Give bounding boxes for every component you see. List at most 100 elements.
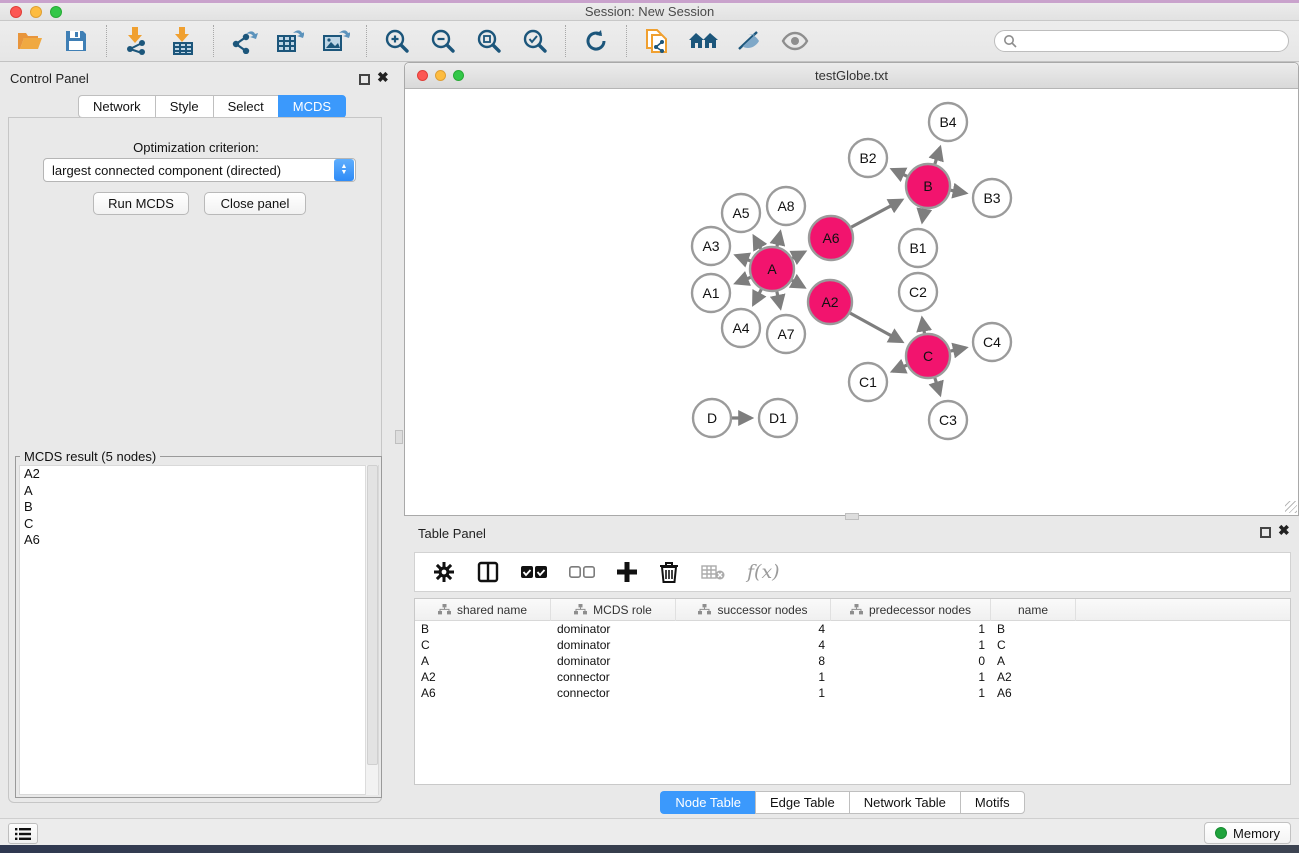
network-zoom-button[interactable] bbox=[453, 70, 464, 81]
tab-node-table[interactable]: Node Table bbox=[660, 791, 755, 814]
table-cell[interactable]: 4 bbox=[676, 638, 831, 652]
table-cell[interactable]: connector bbox=[551, 670, 676, 684]
open-session-icon[interactable] bbox=[14, 25, 46, 57]
result-item[interactable]: A6 bbox=[20, 532, 378, 549]
table-cell[interactable]: C bbox=[415, 638, 551, 652]
delete-table-icon[interactable] bbox=[701, 564, 725, 580]
tab-edge-table[interactable]: Edge Table bbox=[755, 791, 849, 814]
tab-network[interactable]: Network bbox=[78, 95, 155, 118]
search-input[interactable] bbox=[1017, 34, 1280, 48]
tab-style[interactable]: Style bbox=[155, 95, 213, 118]
column-header-predecessor-nodes[interactable]: predecessor nodes bbox=[831, 599, 991, 621]
show-all-views-icon[interactable] bbox=[687, 25, 719, 57]
table-cell[interactable]: 1 bbox=[831, 622, 991, 636]
edge-A-A6[interactable] bbox=[792, 252, 804, 258]
column-header-MCDS-role[interactable]: MCDS role bbox=[551, 599, 676, 621]
column-header-shared-name[interactable]: shared name bbox=[415, 599, 551, 621]
table-row[interactable]: Bdominator41B bbox=[415, 621, 1290, 637]
edge-A-A7[interactable] bbox=[777, 291, 780, 307]
table-row[interactable]: A6connector11A6 bbox=[415, 685, 1290, 701]
tab-select[interactable]: Select bbox=[213, 95, 278, 118]
table-cell[interactable]: 1 bbox=[831, 670, 991, 684]
export-table-icon[interactable] bbox=[274, 25, 306, 57]
clone-network-icon[interactable] bbox=[641, 25, 673, 57]
table-cell[interactable]: A bbox=[991, 654, 1076, 668]
zoom-selected-icon[interactable] bbox=[519, 25, 551, 57]
deselect-all-icon[interactable] bbox=[569, 565, 595, 579]
float-table-panel-icon[interactable] bbox=[1260, 525, 1271, 543]
minimize-window-button[interactable] bbox=[30, 6, 42, 18]
mcds-result-list[interactable]: A2ABCA6 bbox=[19, 465, 379, 795]
table-cell[interactable]: 8 bbox=[676, 654, 831, 668]
edge-A-A8[interactable] bbox=[777, 232, 780, 246]
search-box[interactable] bbox=[994, 30, 1289, 52]
column-header-name[interactable]: name bbox=[991, 599, 1076, 621]
edge-B-B4[interactable] bbox=[935, 148, 940, 164]
table-row[interactable]: A2connector11A2 bbox=[415, 669, 1290, 685]
table-cell[interactable]: dominator bbox=[551, 622, 676, 636]
zoom-out-icon[interactable] bbox=[427, 25, 459, 57]
vertical-splitter-grip[interactable] bbox=[395, 430, 403, 444]
network-graph[interactable]: B4B2BB3A8A5A6A3B1AC2A1A2A4A7C4CC1C3DD1 bbox=[406, 90, 1297, 513]
table-row[interactable]: Adominator80A bbox=[415, 653, 1290, 669]
task-history-button[interactable] bbox=[8, 823, 38, 844]
table-row[interactable]: Cdominator41C bbox=[415, 637, 1290, 653]
show-column-panel-icon[interactable] bbox=[477, 561, 499, 583]
float-panel-icon[interactable] bbox=[359, 72, 370, 90]
table-cell[interactable]: connector bbox=[551, 686, 676, 700]
zoom-fit-icon[interactable] bbox=[473, 25, 505, 57]
tab-mcds[interactable]: MCDS bbox=[278, 95, 346, 118]
function-builder-icon[interactable]: f(x) bbox=[747, 561, 780, 583]
edge-A-A4[interactable] bbox=[754, 289, 762, 304]
add-column-icon[interactable] bbox=[617, 562, 637, 582]
resize-grip-icon[interactable] bbox=[1285, 501, 1297, 513]
table-cell[interactable]: C bbox=[991, 638, 1076, 652]
result-item[interactable]: A bbox=[20, 483, 378, 500]
tab-motifs[interactable]: Motifs bbox=[960, 791, 1025, 814]
edge-A2-C[interactable] bbox=[850, 313, 902, 341]
save-session-icon[interactable] bbox=[60, 25, 92, 57]
select-all-icon[interactable] bbox=[521, 565, 547, 579]
refresh-view-icon[interactable] bbox=[580, 25, 612, 57]
run-mcds-button[interactable]: Run MCDS bbox=[93, 192, 189, 215]
edge-A-A3[interactable] bbox=[736, 256, 750, 261]
network-window-titlebar[interactable]: testGlobe.txt bbox=[405, 63, 1298, 89]
close-table-panel-icon[interactable]: ✖ bbox=[1278, 522, 1290, 539]
table-cell[interactable]: 1 bbox=[676, 670, 831, 684]
table-cell[interactable]: A2 bbox=[991, 670, 1076, 684]
edge-B-B2[interactable] bbox=[892, 169, 907, 176]
import-network-icon[interactable] bbox=[121, 25, 153, 57]
network-minimize-button[interactable] bbox=[435, 70, 446, 81]
tab-network-table[interactable]: Network Table bbox=[849, 791, 960, 814]
edge-C-C1[interactable] bbox=[893, 365, 907, 371]
edge-A-A5[interactable] bbox=[754, 237, 761, 249]
column-header-successor-nodes[interactable]: successor nodes bbox=[676, 599, 831, 621]
table-cell[interactable]: 1 bbox=[676, 686, 831, 700]
edge-C-C2[interactable] bbox=[922, 319, 924, 334]
import-table-icon[interactable] bbox=[167, 25, 199, 57]
zoom-in-icon[interactable] bbox=[381, 25, 413, 57]
result-item[interactable]: A2 bbox=[20, 466, 378, 483]
edge-A6-B[interactable] bbox=[851, 200, 901, 227]
table-cell[interactable]: A6 bbox=[415, 686, 551, 700]
close-panel-button[interactable]: Close panel bbox=[204, 192, 306, 215]
result-list-scrollbar[interactable] bbox=[365, 465, 378, 795]
edge-C-C3[interactable] bbox=[935, 378, 940, 394]
table-cell[interactable]: A bbox=[415, 654, 551, 668]
edge-B-B3[interactable] bbox=[951, 190, 966, 193]
table-cell[interactable]: dominator bbox=[551, 638, 676, 652]
zoom-window-button[interactable] bbox=[50, 6, 62, 18]
edge-A-A1[interactable] bbox=[736, 277, 750, 283]
export-image-icon[interactable] bbox=[320, 25, 352, 57]
export-network-icon[interactable] bbox=[228, 25, 260, 57]
edge-C-C4[interactable] bbox=[950, 348, 965, 351]
table-cell[interactable]: dominator bbox=[551, 654, 676, 668]
table-cell[interactable]: 1 bbox=[831, 638, 991, 652]
close-window-button[interactable] bbox=[10, 6, 22, 18]
result-item[interactable]: C bbox=[20, 516, 378, 533]
memory-button[interactable]: Memory bbox=[1204, 822, 1291, 844]
table-cell[interactable]: 4 bbox=[676, 622, 831, 636]
network-close-button[interactable] bbox=[417, 70, 428, 81]
edge-A-A2[interactable] bbox=[792, 280, 804, 287]
edge-B-B1[interactable] bbox=[922, 209, 924, 222]
